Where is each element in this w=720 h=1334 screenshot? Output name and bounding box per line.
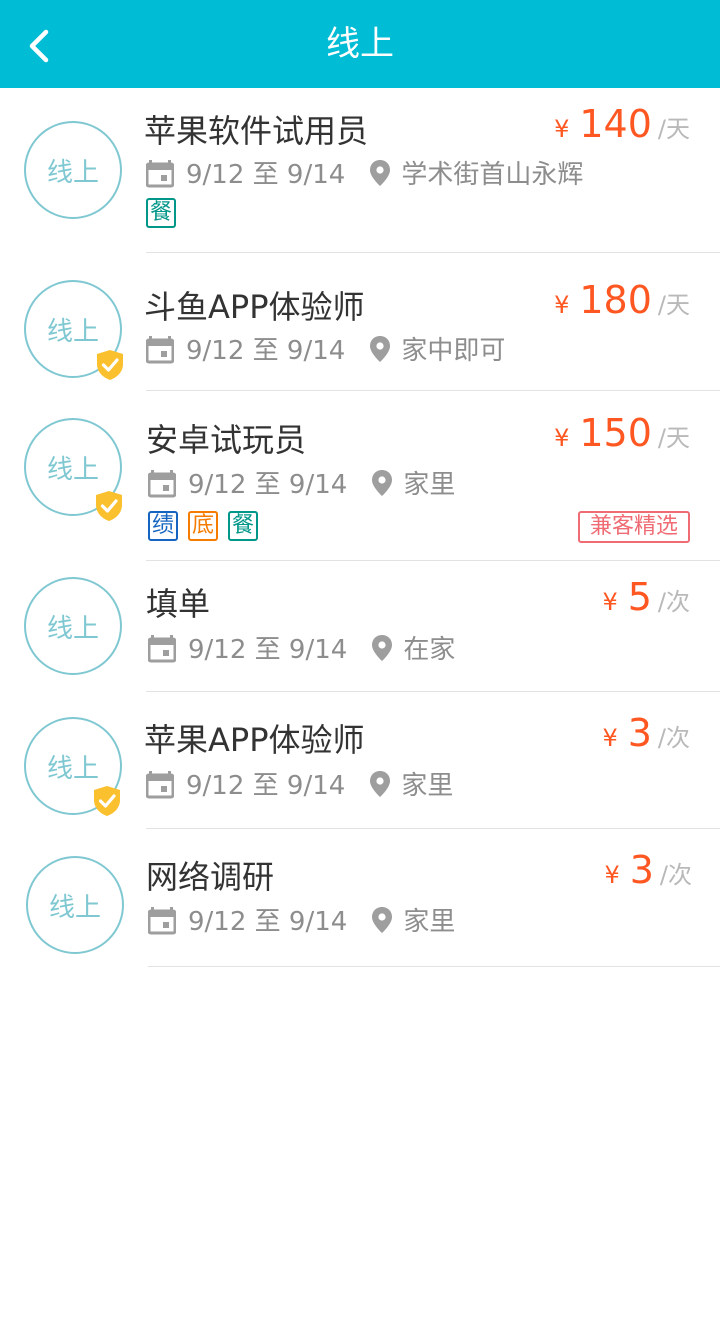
verified-shield-icon [96,491,122,521]
avatar-label: 线上 [46,613,99,644]
job-title: 安卓试玩员 [146,421,307,459]
job-tags: 绩 底 餐 [148,511,268,541]
job-list-item[interactable]: 线上 苹果软件试用员 ¥ 140 /天 9/12 至 9/14 学术街首山永辉 … [0,88,720,253]
date-range: 9/12 至 9/14 [188,470,348,500]
currency-symbol: ¥ [554,291,570,319]
calendar-icon [148,469,176,497]
currency-symbol: ¥ [554,115,570,143]
job-price: ¥ 140 /天 [554,102,690,146]
price-unit: /天 [657,424,690,452]
currency-symbol: ¥ [602,724,618,752]
calendar-icon [146,159,174,187]
currency-symbol: ¥ [604,861,620,889]
app-root: 线上 线上 苹果软件试用员 ¥ 140 /天 9/12 至 9/14 学术街首山… [0,0,720,1334]
tag-base-pay: 底 [188,511,218,541]
job-list-item[interactable]: 线上 填单 ¥ 5 /次 9/12 至 9/14 在家 [0,561,720,692]
date-range: 9/12 至 9/14 [186,160,346,190]
job-tags: 餐 [146,198,186,228]
job-meta: 9/12 至 9/14 家里 [148,901,455,938]
date-range: 9/12 至 9/14 [186,771,346,801]
price-amount: 3 [627,711,652,755]
job-type-avatar: 线上 [24,121,122,219]
location-pin-icon [372,634,393,661]
location-pin-icon [370,159,391,186]
job-title: 苹果APP体验师 [144,721,365,759]
date-range: 9/12 至 9/14 [186,336,346,366]
location-pin-icon [372,469,393,496]
job-title: 苹果软件试用员 [144,112,369,150]
calendar-icon [146,770,174,798]
price-amount: 180 [579,278,652,322]
job-location: 家中即可 [401,336,506,366]
job-location: 家里 [401,771,454,801]
job-list-item[interactable]: 线上 网络调研 ¥ 3 /次 9/12 至 9/14 家里 [0,829,720,967]
price-unit: /天 [657,291,690,319]
top-app-bar: 线上 [0,0,720,88]
job-type-avatar: 线上 [24,577,122,675]
location-pin-icon [370,335,391,362]
calendar-icon [148,634,176,662]
avatar-label: 线上 [46,454,99,485]
job-price: ¥ 3 /次 [602,711,690,755]
location-pin-icon [370,770,391,797]
calendar-icon [146,335,174,363]
divider [148,966,720,967]
job-title: 填单 [146,585,211,623]
avatar-label: 线上 [46,157,99,188]
job-list-item[interactable]: 线上 苹果APP体验师 ¥ 3 /次 9/12 至 9/14 家里 [0,692,720,829]
job-price: ¥ 3 /次 [604,848,692,892]
job-meta: 9/12 至 9/14 学术街首山永辉 [146,154,583,191]
tag-meal: 餐 [228,511,258,541]
verified-shield-icon [97,350,123,380]
job-meta: 9/12 至 9/14 家里 [148,464,455,501]
featured-badge: 兼客精选 [577,511,690,543]
tag-performance: 绩 [148,511,178,541]
avatar-label: 线上 [46,316,99,347]
price-unit: /天 [657,115,690,143]
location-pin-icon [372,906,393,933]
job-location: 家里 [403,907,456,937]
tag-meal: 餐 [146,198,176,228]
job-title: 网络调研 [146,858,275,896]
price-unit: /次 [657,724,690,752]
price-unit: /次 [657,588,690,616]
job-price: ¥ 5 /次 [602,575,690,619]
price-unit: /次 [659,861,692,889]
job-location: 家里 [403,470,456,500]
currency-symbol: ¥ [602,588,618,616]
price-amount: 150 [579,411,652,455]
job-location: 在家 [403,635,456,665]
currency-symbol: ¥ [554,424,570,452]
price-amount: 140 [579,102,652,146]
verified-shield-icon [94,786,120,816]
job-price: ¥ 150 /天 [554,411,690,455]
price-amount: 3 [629,848,654,892]
avatar-label: 线上 [46,753,99,784]
price-amount: 5 [627,575,652,619]
job-meta: 9/12 至 9/14 家中即可 [146,330,505,367]
job-list-item[interactable]: 线上 斗鱼APP体验师 ¥ 180 /天 9/12 至 9/14 家中即可 [0,253,720,391]
date-range: 9/12 至 9/14 [188,635,348,665]
calendar-icon [148,906,176,934]
date-range: 9/12 至 9/14 [188,907,348,937]
job-list-item[interactable]: 线上 安卓试玩员 ¥ 150 /天 9/12 至 9/14 家里 绩 底 餐 兼… [0,391,720,561]
job-meta: 9/12 至 9/14 家里 [146,765,453,802]
job-title: 斗鱼APP体验师 [144,288,365,326]
page-title: 线上 [326,24,394,64]
job-location: 学术街首山永辉 [401,160,584,190]
avatar-label: 线上 [48,892,101,923]
job-price: ¥ 180 /天 [554,278,690,322]
job-list: 线上 苹果软件试用员 ¥ 140 /天 9/12 至 9/14 学术街首山永辉 … [0,88,720,967]
job-type-avatar: 线上 [26,856,124,954]
job-meta: 9/12 至 9/14 在家 [148,629,455,666]
